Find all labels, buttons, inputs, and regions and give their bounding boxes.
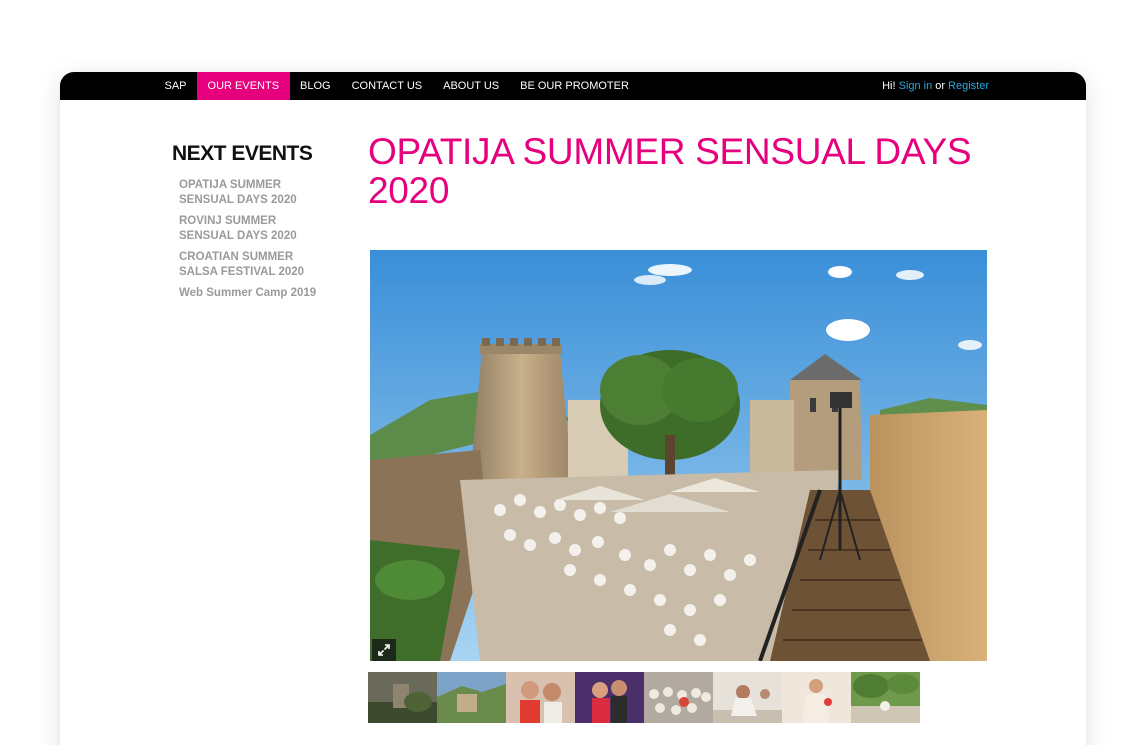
expand-image-button[interactable] xyxy=(372,639,396,661)
gallery-thumbnail[interactable] xyxy=(713,672,782,723)
gallery-thumbnail[interactable] xyxy=(851,672,920,723)
event-link[interactable]: Web Summer Camp 2019 xyxy=(179,286,332,301)
expand-icon xyxy=(378,644,390,656)
sidebar-heading: NEXT EVENTS xyxy=(172,142,313,165)
gallery-thumbnail[interactable] xyxy=(782,672,851,723)
gallery-thumbnail[interactable] xyxy=(506,672,575,723)
greeting-text: Hi! xyxy=(882,80,896,92)
top-navbar: SAP OUR EVENTS BLOG CONTACT US ABOUT US … xyxy=(60,72,1086,100)
thumbnail-strip xyxy=(368,672,920,723)
nav-item-be-our-promoter[interactable]: BE OUR PROMOTER xyxy=(510,72,640,100)
main-nav: SAP OUR EVENTS BLOG CONTACT US ABOUT US … xyxy=(154,72,639,100)
gallery-thumbnail[interactable] xyxy=(575,672,644,723)
nav-item-sap[interactable]: SAP xyxy=(154,72,197,100)
event-link[interactable]: CROATIAN SUMMER SALSA FESTIVAL 2020 xyxy=(179,250,332,279)
castle-party-photo xyxy=(370,250,987,661)
gallery-thumbnail[interactable] xyxy=(437,672,506,723)
sign-in-link[interactable]: Sign in xyxy=(899,80,933,92)
nav-item-blog[interactable]: BLOG xyxy=(290,72,342,100)
events-list: OPATIJA SUMMER SENSUAL DAYS 2020 ROVINJ … xyxy=(172,178,332,301)
sidebar: NEXT EVENTS OPATIJA SUMMER SENSUAL DAYS … xyxy=(172,142,332,308)
auth-links: Hi! Sign in or Register xyxy=(882,72,989,100)
page-title: OPATIJA SUMMER SENSUAL DAYS 2020 xyxy=(368,131,972,211)
event-link[interactable]: ROVINJ SUMMER SENSUAL DAYS 2020 xyxy=(179,214,332,243)
or-text: or xyxy=(935,80,946,92)
main-gallery-image[interactable] xyxy=(370,250,987,661)
browser-window: SAP OUR EVENTS BLOG CONTACT US ABOUT US … xyxy=(60,72,1086,745)
nav-item-about-us[interactable]: ABOUT US xyxy=(433,72,510,100)
nav-item-contact-us[interactable]: CONTACT US xyxy=(341,72,433,100)
event-link[interactable]: OPATIJA SUMMER SENSUAL DAYS 2020 xyxy=(179,178,332,207)
register-link[interactable]: Register xyxy=(948,80,989,92)
nav-item-our-events[interactable]: OUR EVENTS xyxy=(197,72,290,100)
gallery-thumbnail[interactable] xyxy=(368,672,437,723)
gallery-thumbnail[interactable] xyxy=(644,672,713,723)
